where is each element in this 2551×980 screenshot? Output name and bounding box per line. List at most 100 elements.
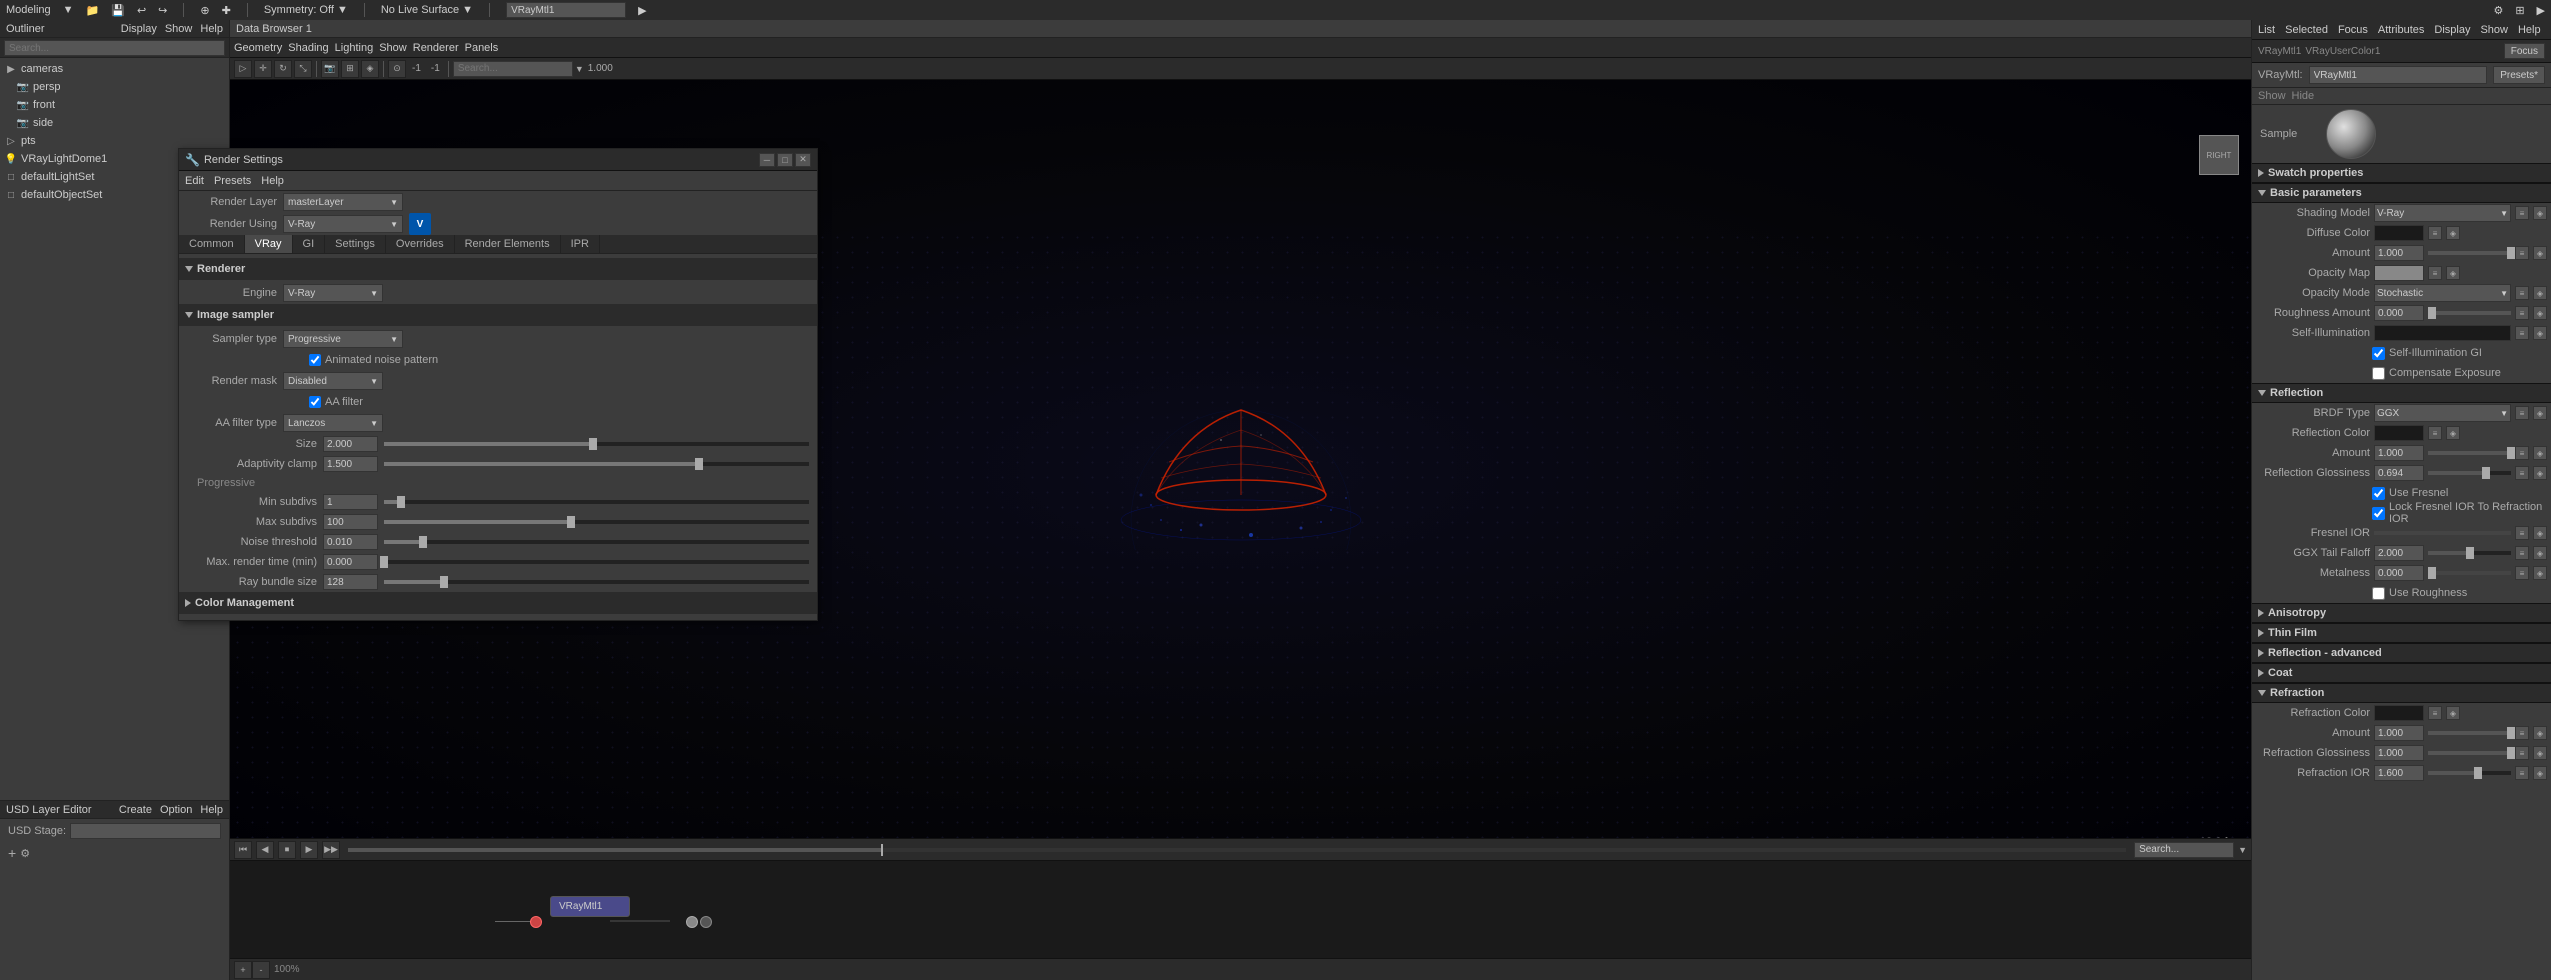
keyframe-btn[interactable]: ◈: [2446, 706, 2460, 720]
connect-btn[interactable]: ≡: [2428, 706, 2442, 720]
render-cam-btn[interactable]: ⊙: [388, 60, 406, 78]
tab-display[interactable]: Display: [2434, 24, 2470, 36]
engine-dropdown[interactable]: V-Ray ▼: [283, 284, 383, 302]
max-render-time-input[interactable]: [323, 554, 378, 570]
brdf-dropdown[interactable]: GGX ▼: [2374, 404, 2511, 422]
camera-btn[interactable]: 📷: [321, 60, 339, 78]
keyframe-btn[interactable]: ◈: [2533, 206, 2547, 220]
connect-btn[interactable]: ≡: [2515, 726, 2529, 740]
outliner-item-front[interactable]: 📷 front: [0, 96, 229, 114]
keyframe-btn[interactable]: ◈: [2533, 246, 2547, 260]
connect-btn[interactable]: ≡: [2515, 406, 2529, 420]
play-btn[interactable]: ▶: [300, 841, 318, 859]
ggx-slider[interactable]: [2428, 551, 2511, 555]
refr-ior-input[interactable]: [2374, 765, 2424, 781]
tab-gi[interactable]: GI: [293, 235, 326, 253]
viewport-menu-geometry[interactable]: Geometry: [234, 42, 282, 54]
keyframe-btn[interactable]: ◈: [2533, 726, 2547, 740]
swatch-properties-header[interactable]: Swatch properties: [2252, 163, 2551, 183]
keyframe-btn[interactable]: ◈: [2533, 526, 2547, 540]
connect-btn[interactable]: ≡: [2515, 306, 2529, 320]
connect-btn[interactable]: ≡: [2515, 246, 2529, 260]
menu-modeling[interactable]: Modeling: [6, 4, 51, 16]
menu-option[interactable]: Option: [160, 804, 192, 816]
connect-btn[interactable]: ≡: [2515, 466, 2529, 480]
use-fresnel-checkbox[interactable]: [2372, 487, 2385, 500]
tab-list[interactable]: List: [2258, 24, 2275, 36]
toolbar-icon-1[interactable]: 📁: [86, 4, 100, 17]
toolbar-icon-2[interactable]: 💾: [111, 4, 125, 17]
refraction-header[interactable]: Refraction: [2252, 683, 2551, 703]
viewport-menu-shading[interactable]: Shading: [288, 42, 328, 54]
search-dropdown[interactable]: ▼: [575, 64, 584, 74]
max-subdivs-input[interactable]: [323, 514, 378, 530]
menu-presets[interactable]: Presets: [214, 175, 251, 187]
tab-attributes[interactable]: Attributes: [2378, 24, 2424, 36]
refl-gloss-input[interactable]: [2374, 465, 2424, 481]
menu-help[interactable]: Help: [200, 804, 223, 816]
keyframe-btn[interactable]: ◈: [2533, 286, 2547, 300]
diffuse-color-swatch[interactable]: [2374, 225, 2424, 241]
aa-filter-type-dropdown[interactable]: Lanczos ▼: [283, 414, 383, 432]
viewport-menu-renderer[interactable]: Renderer: [413, 42, 459, 54]
zoom-out-btn[interactable]: -: [252, 961, 270, 979]
size-input[interactable]: [323, 436, 378, 452]
connect-btn[interactable]: ≡: [2515, 566, 2529, 580]
amount-slider[interactable]: [2428, 251, 2511, 255]
keyframe-btn[interactable]: ◈: [2533, 746, 2547, 760]
keyframe-btn[interactable]: ◈: [2533, 766, 2547, 780]
adaptivity-input[interactable]: [323, 456, 378, 472]
connect-btn[interactable]: ≡: [2515, 526, 2529, 540]
roughness-slider[interactable]: [2428, 311, 2511, 315]
search-input[interactable]: [4, 40, 225, 56]
menu-help[interactable]: Help: [261, 175, 284, 187]
menu-help[interactable]: Help: [200, 23, 223, 35]
timeline-track[interactable]: [348, 848, 2126, 852]
node-connector-red[interactable]: [530, 916, 542, 928]
grid-btn[interactable]: ⊞: [341, 60, 359, 78]
node-connector-gray[interactable]: [686, 916, 698, 928]
presets-btn[interactable]: Presets*: [2493, 66, 2545, 84]
opacity-mode-dropdown[interactable]: Stochastic ▼: [2374, 284, 2511, 302]
render-using-dropdown[interactable]: V-Ray ▼: [283, 215, 403, 233]
opacity-swatch[interactable]: [2374, 265, 2424, 281]
connect-btn[interactable]: ≡: [2515, 326, 2529, 340]
keyframe-btn[interactable]: ◈: [2446, 266, 2460, 280]
reflection-swatch[interactable]: [2374, 425, 2424, 441]
refr-ior-slider[interactable]: [2428, 771, 2511, 775]
keyframe-btn[interactable]: ◈: [2533, 406, 2547, 420]
toolbar-icon-6[interactable]: ✚: [222, 4, 231, 17]
render-icon[interactable]: ▶: [2537, 4, 2545, 17]
maximize-btn[interactable]: □: [777, 153, 793, 167]
orientation-cube[interactable]: RIGHT: [2199, 135, 2239, 175]
field-arrow[interactable]: ▶: [638, 4, 646, 17]
ray-bundle-slider[interactable]: [384, 580, 809, 584]
tab-focus[interactable]: Focus: [2338, 24, 2368, 36]
self-illum-gi-checkbox[interactable]: [2372, 347, 2385, 360]
usd-add-btn[interactable]: +: [8, 845, 16, 861]
noise-threshold-slider[interactable]: [384, 540, 809, 544]
play-back-btn[interactable]: ⏮: [234, 841, 252, 859]
refl-amount-slider[interactable]: [2428, 451, 2511, 455]
keyframe-btn[interactable]: ◈: [2533, 306, 2547, 320]
tab-ipr[interactable]: IPR: [561, 235, 600, 253]
aa-filter-checkbox[interactable]: [309, 396, 321, 408]
toolbar-icon-5[interactable]: ⊕: [200, 4, 209, 17]
symmetry-off[interactable]: Symmetry: Off ▼: [264, 4, 348, 16]
basic-parameters-header[interactable]: Basic parameters: [2252, 183, 2551, 203]
connect-btn[interactable]: ≡: [2515, 746, 2529, 760]
toolbar-icon-3[interactable]: ↩: [137, 4, 146, 17]
viewport-menu-lighting[interactable]: Lighting: [335, 42, 374, 54]
refr-amount-slider[interactable]: [2428, 731, 2511, 735]
min-subdivs-input[interactable]: [323, 494, 378, 510]
outliner-item-persp[interactable]: 📷 persp: [0, 78, 229, 96]
size-slider[interactable]: [384, 442, 809, 446]
render-layer-dropdown[interactable]: masterLayer ▼: [283, 193, 403, 211]
image-sampler-section-header[interactable]: Image sampler: [179, 304, 817, 326]
scale-btn[interactable]: ⤡: [294, 60, 312, 78]
tab-show[interactable]: Show: [2480, 24, 2508, 36]
ray-bundle-input[interactable]: [323, 574, 378, 590]
connect-btn[interactable]: ≡: [2428, 226, 2442, 240]
select-btn[interactable]: ▷: [234, 60, 252, 78]
vray-mtl-input[interactable]: [2309, 66, 2488, 84]
